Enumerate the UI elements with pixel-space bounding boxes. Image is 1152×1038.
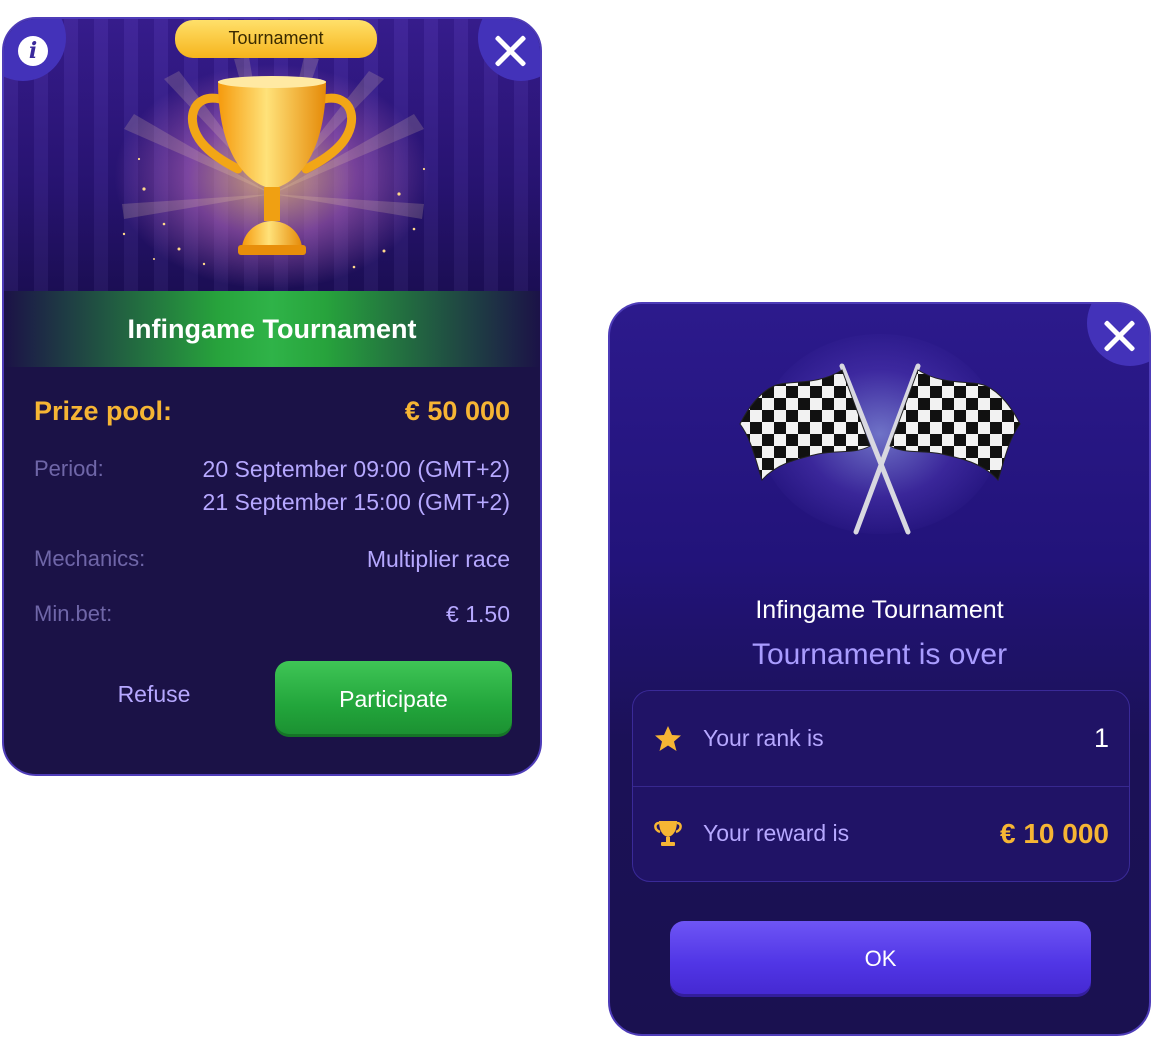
tournament-title-banner: Infingame Tournament xyxy=(4,291,540,367)
results-panel: Your rank is 1 Your reward is € 10 000 xyxy=(632,690,1130,882)
prize-pool-row: Prize pool: € 50 000 xyxy=(34,396,510,436)
min-bet-row: Min.bet: € 1.50 xyxy=(34,601,510,637)
mechanics-label: Mechanics: xyxy=(34,546,146,571)
period-end: 21 September 15:00 (GMT+2) xyxy=(202,489,510,515)
close-icon[interactable] xyxy=(492,33,528,69)
min-bet-label: Min.bet: xyxy=(34,601,113,626)
tab-tournament: Tournament xyxy=(175,20,377,58)
tournament-invite-dialog: i Tournament Infingame Tournament Prize … xyxy=(2,17,542,776)
close-icon[interactable] xyxy=(1101,318,1137,354)
result-subtitle: Tournament is over xyxy=(751,638,1008,671)
participate-button[interactable]: Participate xyxy=(275,661,512,737)
star-icon xyxy=(655,726,681,751)
reward-row: Your reward is € 10 000 xyxy=(633,786,1129,881)
checkered-flags-icon xyxy=(739,363,1021,535)
rank-value: 1 xyxy=(1093,723,1109,753)
reward-value: € 10 000 xyxy=(1000,818,1109,849)
reward-label: Your reward is xyxy=(703,820,850,846)
result-title: Infingame Tournament xyxy=(755,596,1004,624)
trophy-icon xyxy=(187,76,357,255)
rank-row: Your rank is 1 xyxy=(633,691,1129,787)
prize-pool-label: Prize pool: xyxy=(34,396,173,426)
ok-button[interactable]: OK xyxy=(670,921,1091,997)
refuse-button[interactable]: Refuse xyxy=(94,672,214,716)
period-value: 20 September 09:00 (GMT+2) 21 September … xyxy=(203,453,510,519)
period-start: 20 September 09:00 (GMT+2) xyxy=(202,456,510,482)
prize-pool-value: € 50 000 xyxy=(404,396,510,426)
rank-label: Your rank is xyxy=(703,725,824,751)
mechanics-row: Mechanics: Multiplier race xyxy=(34,546,510,582)
period-label: Period: xyxy=(34,456,104,481)
mechanics-value: Multiplier race xyxy=(366,546,510,572)
info-icon[interactable]: i xyxy=(18,36,48,66)
period-row: Period: 20 September 09:00 (GMT+2) 21 Se… xyxy=(34,456,510,526)
tournament-result-dialog: Infingame Tournament Tournament is over … xyxy=(608,302,1151,1036)
min-bet-value: € 1.50 xyxy=(446,601,510,627)
trophy-icon xyxy=(654,821,682,846)
